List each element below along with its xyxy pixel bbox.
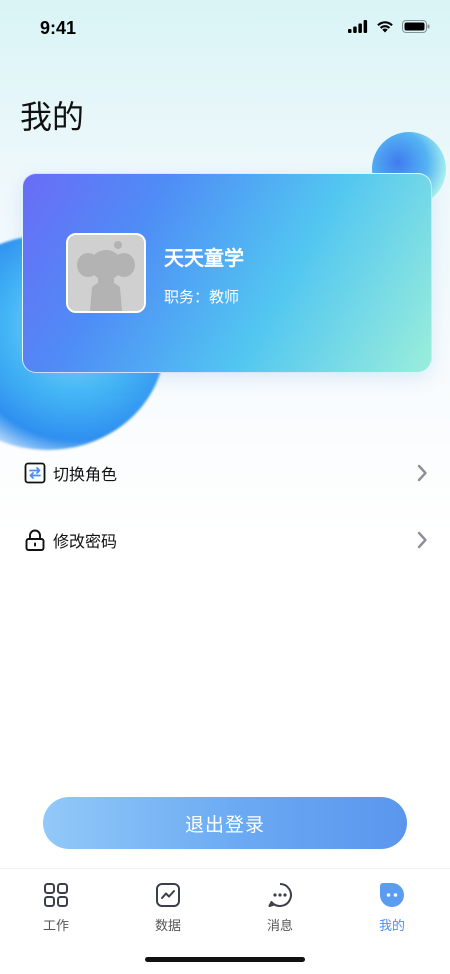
home-indicator [145,957,305,962]
user-name: 天天童学 [164,246,244,270]
cellular-signal-icon [348,20,368,33]
menu-label-change-password: 修改密码 [53,532,118,551]
status-bar: 9:41 [0,0,450,56]
tab-messages[interactable]: 消息 [250,881,310,941]
placeholder-avatar-icon [68,235,144,311]
menu-item-switch-role[interactable]: 切换角色 [0,448,450,498]
status-icons [348,20,430,33]
menu-item-change-password[interactable]: 修改密码 [0,515,450,565]
tab-data[interactable]: 数据 [138,881,198,941]
grid-icon [44,883,68,907]
status-time: 9:41 [40,18,77,38]
profile-face-icon [380,883,404,907]
tab-work[interactable]: 工作 [26,881,86,941]
user-role: 职务： 教师 [164,286,239,307]
battery-icon [402,20,430,33]
lock-icon [25,529,45,551]
menu-label-switch-role: 切换角色 [53,465,118,484]
tab-label-messages: 消息 [266,919,293,934]
switch-role-icon [24,462,46,484]
wifi-icon [377,21,393,33]
logout-button[interactable]: 退出登录 [43,797,407,849]
chat-icon [268,883,292,907]
avatar[interactable] [66,233,146,313]
page-title: 我的 [20,98,85,136]
role-value: 教师 [209,288,240,306]
chevron-right-icon [417,531,427,549]
profile-card: 天天童学 职务： 教师 [22,173,432,373]
chevron-right-icon [417,464,427,482]
tab-label-data: 数据 [154,919,181,934]
chart-icon [156,883,180,907]
tab-profile[interactable]: 我的 [362,881,422,941]
tab-label-profile: 我的 [378,919,405,934]
role-label: 职务： [164,288,210,306]
tab-label-work: 工作 [42,919,69,934]
